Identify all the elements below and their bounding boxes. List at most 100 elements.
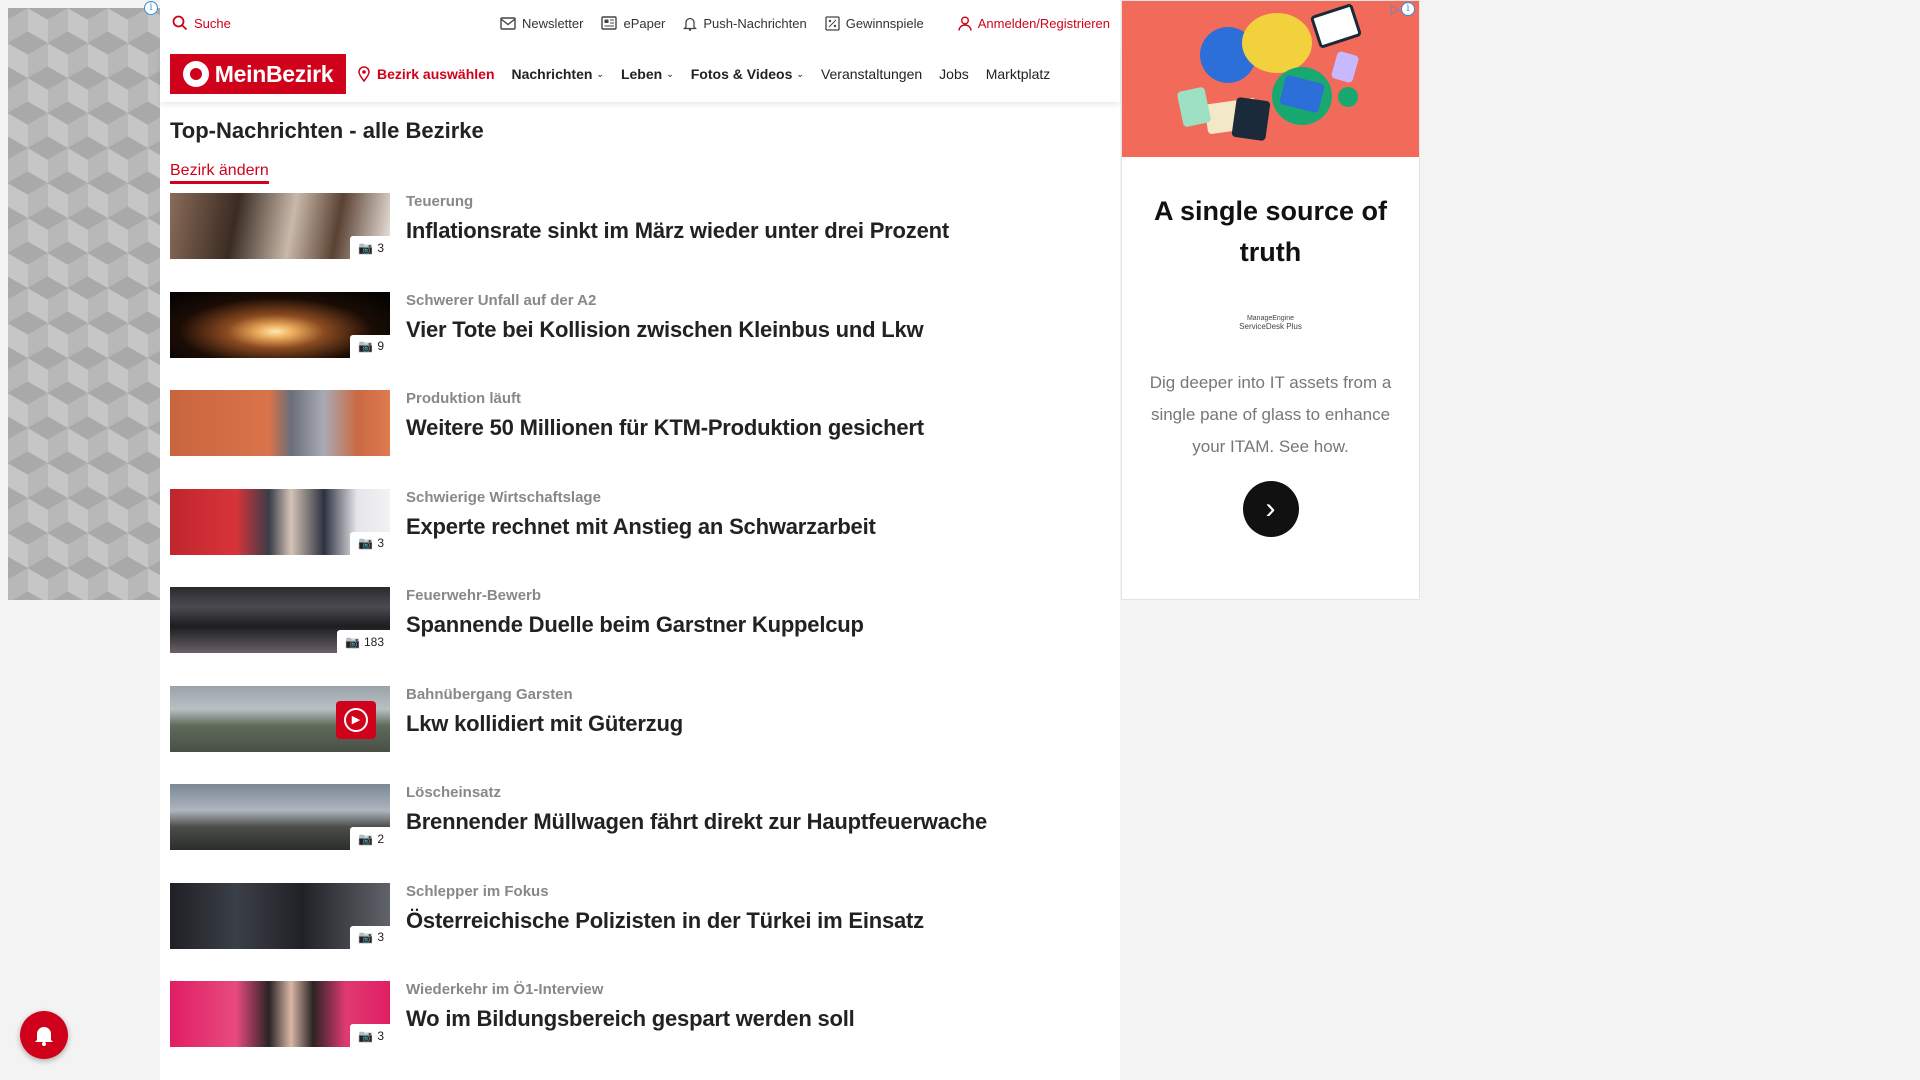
article-kicker: Wiederkehr im Ö1-Interview <box>406 981 604 998</box>
login-link[interactable]: Anmelden/Registrieren <box>958 16 1110 31</box>
location-pin-icon <box>358 66 370 82</box>
article-item[interactable]: 📷 3 Schwierige Wirtschaftslage Experte rec… <box>170 488 1110 588</box>
article-headline[interactable]: Spannende Duelle beim Garstner Kuppelcup <box>406 612 864 638</box>
chevron-down-icon: ⌄ <box>666 68 674 79</box>
article-item[interactable]: 📷 3 Schlepper im Fokus Österreichische Pol… <box>170 882 1110 982</box>
article-item[interactable]: 📷 9 Schwerer Unfall auf der A2 Vier Tote b… <box>170 291 1110 391</box>
video-play-button[interactable]: ▶ <box>336 700 376 739</box>
play-icon: ▶ <box>344 707 368 732</box>
search-label: Suche <box>194 15 231 31</box>
article-headline[interactable]: Österreichische Polizisten in der Türkei… <box>406 908 924 934</box>
article-headline[interactable]: Wo im Bildungsbereich gespart werden sol… <box>406 1006 855 1032</box>
gallery-count: 3 <box>377 1028 384 1043</box>
nav-fotos-videos-label: Fotos & Videos <box>690 66 793 82</box>
article-item[interactable]: Produktion läuft Weitere 50 Millionen für… <box>170 390 1110 489</box>
article-headline[interactable]: Experte rechnet mit Anstieg an Schwarzar… <box>406 514 876 540</box>
nav-nachrichten[interactable]: Nachrichten ⌄ <box>512 66 604 82</box>
gallery-badge: 📷 3 <box>350 236 390 259</box>
nav-jobs[interactable]: Jobs <box>939 66 969 82</box>
gewinnspiele-link[interactable]: Gewinnspiele <box>825 16 924 31</box>
article-thumbnail[interactable]: 📷 3 <box>170 882 390 949</box>
bell-icon <box>683 17 698 31</box>
gallery-badge: 📷 3 <box>350 925 390 949</box>
epaper-label: ePaper <box>623 15 666 31</box>
gallery-count: 3 <box>377 536 384 550</box>
gift-icon <box>825 15 840 31</box>
nav-veranstaltungen[interactable]: Veranstaltungen <box>821 66 922 82</box>
article-thumbnail[interactable] <box>170 390 390 456</box>
push-label: Push-Nachrichten <box>703 15 807 31</box>
gallery-badge: 📷 2 <box>350 827 390 850</box>
login-label: Anmelden/Registrieren <box>977 15 1110 31</box>
gallery-count: 9 <box>377 339 384 353</box>
ad-illustration <box>1122 1 1419 157</box>
logo-flower-icon <box>182 61 209 87</box>
gallery-badge: 📷 3 <box>350 1024 390 1047</box>
search-button[interactable]: Suche <box>172 15 231 31</box>
article-thumbnail[interactable]: 📷 3 <box>170 981 390 1047</box>
article-kicker: Feuerwehr-Bewerb <box>406 587 542 604</box>
bezirk-select-button[interactable]: Bezirk auswählen <box>358 66 495 82</box>
nav-fotos-videos[interactable]: Fotos & Videos ⌄ <box>691 66 804 82</box>
newsletter-link[interactable]: Newsletter <box>500 16 583 31</box>
ad-info-icon[interactable]: i <box>144 1 158 15</box>
ad-brand-line2: ServiceDesk Plus <box>1239 322 1302 331</box>
push-notifications-link[interactable]: Push-Nachrichten <box>683 15 807 31</box>
left-ad-banner[interactable] <box>8 8 160 600</box>
article-headline[interactable]: Inflationsrate sinkt im März wieder unte… <box>406 218 949 244</box>
article-kicker: Schwierige Wirtschaftslage <box>406 488 601 506</box>
nav-marktplatz[interactable]: Marktplatz <box>986 66 1051 82</box>
nav-nachrichten-label: Nachrichten <box>511 66 593 82</box>
bezirk-select-label: Bezirk auswählen <box>377 66 495 82</box>
gallery-count: 3 <box>377 240 384 255</box>
article-item[interactable]: 📷 3 Teuerung Inflationsrate sinkt im März … <box>170 193 1110 292</box>
nav-marktplatz-label: Marktplatz <box>985 66 1051 82</box>
article-list: 📷 3 Teuerung Inflationsrate sinkt im März … <box>170 193 1110 1080</box>
notification-bell-button[interactable] <box>20 1011 68 1059</box>
page-title: Top-Nachrichten - alle Bezirke <box>170 118 484 143</box>
gallery-icon: 📷 <box>358 536 374 550</box>
article-thumbnail[interactable]: 📷 2 <box>170 784 390 850</box>
ad-choices[interactable]: ▷ i <box>1391 2 1415 16</box>
article-kicker: Produktion läuft <box>406 390 521 407</box>
newsletter-label: Newsletter <box>522 15 584 31</box>
article-headline[interactable]: Brennender Müllwagen fährt direkt zur Ha… <box>406 809 987 835</box>
ad-description: Dig deeper into IT assets from a single … <box>1149 373 1392 456</box>
article-item[interactable]: 📷 2 Löscheinsatz Brennender Müllwagen fähr… <box>170 784 1110 883</box>
article-item[interactable]: 📷 183 Feuerwehr-Bewerb Spannende Duelle be… <box>170 587 1110 686</box>
article-thumbnail[interactable]: 📷 3 <box>170 488 390 555</box>
gallery-badge: 📷 3 <box>350 531 390 555</box>
nav-leben[interactable]: Leben ⌄ <box>621 66 674 82</box>
article-headline[interactable]: Vier Tote bei Kollision zwischen Kleinbu… <box>406 317 924 343</box>
gallery-count: 2 <box>377 831 384 846</box>
article-thumbnail[interactable]: 📷 3 <box>170 193 390 259</box>
article-kicker: Bahnübergang Garsten <box>406 685 573 703</box>
epaper-link[interactable]: ePaper <box>601 16 665 31</box>
ad-cta-button[interactable]: › <box>1242 481 1299 537</box>
nav-veranstaltungen-label: Veranstaltungen <box>820 66 923 82</box>
mail-icon <box>500 16 516 30</box>
nav-scroll-fade <box>1070 46 1120 102</box>
gallery-count: 183 <box>363 634 384 649</box>
article-thumbnail[interactable]: ▶ <box>170 685 390 752</box>
article-item[interactable]: ▶ Bahnübergang Garsten Lkw kollidiert mit… <box>170 685 1110 785</box>
article-headline[interactable]: Lkw kollidiert mit Güterzug <box>406 711 683 737</box>
meinbezirk-logo[interactable]: MeinBezirk <box>170 54 346 94</box>
adchoices-arrow-icon: ▷ <box>1390 2 1400 16</box>
newspaper-icon <box>601 16 618 30</box>
nav-jobs-label: Jobs <box>939 66 969 82</box>
nav-leben-label: Leben <box>620 66 663 82</box>
right-ad-banner[interactable]: ▷ i A single source of truth ManageEngin… <box>1121 0 1420 600</box>
ad-headline: A single source of truth <box>1153 196 1388 267</box>
article-thumbnail[interactable]: 📷 9 <box>170 291 390 358</box>
logo-text: MeinBezirk <box>214 60 334 87</box>
ad-info-icon: i <box>1401 2 1415 16</box>
bezirk-change-link[interactable]: Bezirk ändern <box>170 162 269 184</box>
article-headline[interactable]: Weitere 50 Millionen für KTM-Produktion … <box>406 415 924 441</box>
article-kicker: Schlepper im Fokus <box>406 882 549 900</box>
gallery-badge: 📷 183 <box>337 630 390 653</box>
main-content: Suche Newsletter ePaper Push-Nachrichten… <box>160 0 1120 1080</box>
gewinnspiele-label: Gewinnspiele <box>845 15 924 31</box>
article-thumbnail[interactable]: 📷 183 <box>170 587 390 653</box>
article-item[interactable]: 📷 3 Wiederkehr im Ö1-Interview Wo im Bildu… <box>170 981 1110 1080</box>
